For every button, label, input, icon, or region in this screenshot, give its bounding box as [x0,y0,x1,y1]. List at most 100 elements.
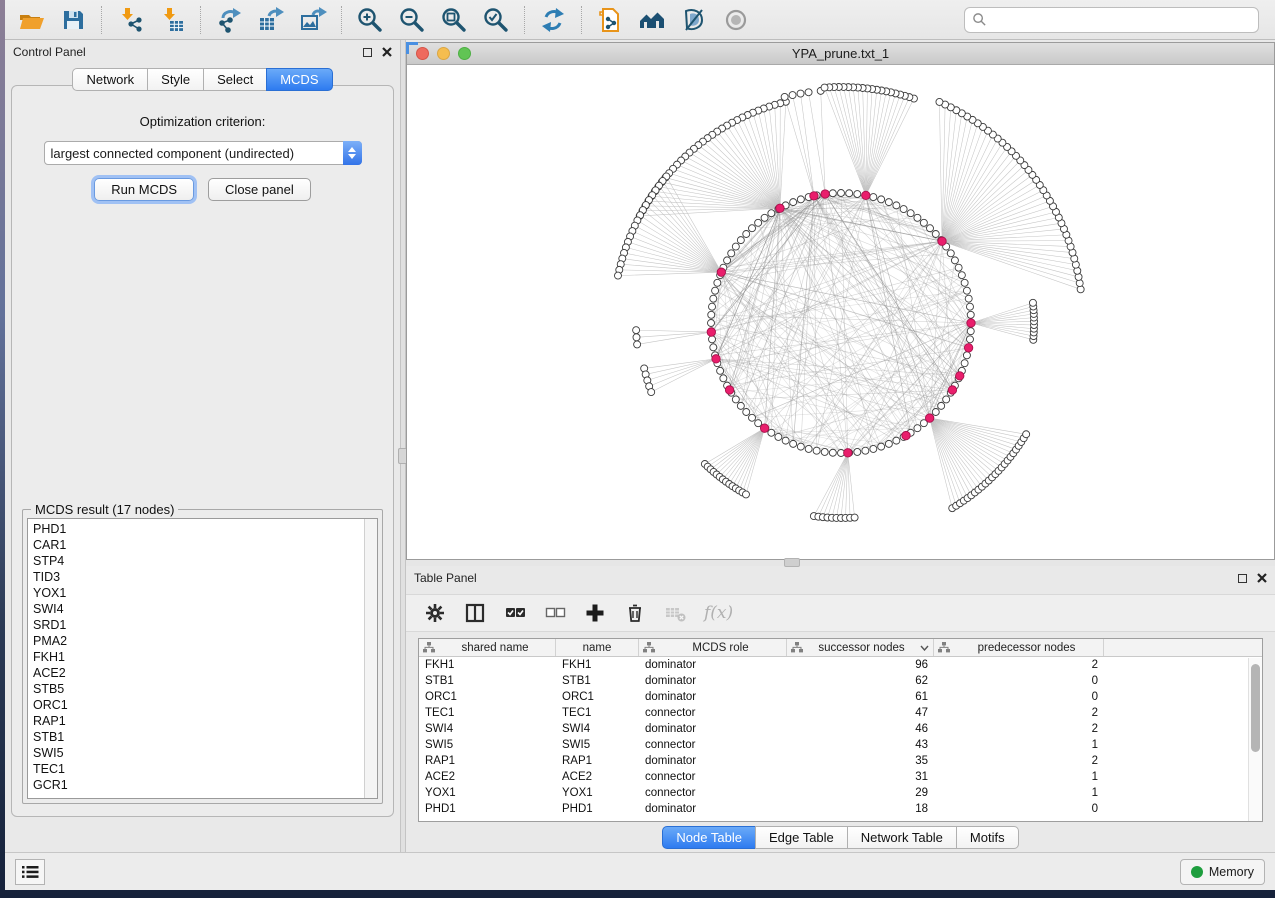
graph-node[interactable] [737,402,744,409]
graph-node[interactable] [907,210,914,217]
graph-node[interactable] [967,311,974,318]
graph-node[interactable] [717,268,725,276]
memory-button[interactable]: Memory [1180,859,1265,885]
maximize-window-icon[interactable] [458,47,471,60]
graph-node[interactable] [878,196,885,203]
graph-node[interactable] [821,190,829,198]
graph-node[interactable] [966,336,973,343]
splitter-grabber[interactable] [784,558,800,567]
graph-node[interactable] [714,279,721,286]
show-column-panel-icon[interactable] [464,602,486,624]
graph-node[interactable] [797,196,804,203]
graph-node[interactable] [743,231,750,238]
float-panel-icon[interactable] [1238,574,1247,583]
graph-node[interactable] [790,199,797,206]
float-panel-icon[interactable] [363,48,372,57]
graph-node[interactable] [958,272,965,279]
mcds-result-item[interactable]: YOX1 [33,585,364,601]
import-network-icon[interactable] [116,6,144,34]
graph-node[interactable] [965,295,972,302]
graph-node[interactable] [1029,299,1036,306]
graph-node[interactable] [789,92,796,99]
graph-node[interactable] [720,375,727,382]
graph-node[interactable] [967,319,975,327]
export-image-icon[interactable] [299,6,327,34]
graph-node[interactable] [893,202,900,209]
graph-node[interactable] [851,514,858,521]
mcds-list-scrollbar[interactable] [364,519,377,798]
table-body[interactable]: FKH1FKH1dominator962STB1STB1dominator620… [419,657,1262,821]
graph-node[interactable] [870,194,877,201]
graph-node[interactable] [878,443,885,450]
graph-node[interactable] [885,440,892,447]
graph-node[interactable] [755,219,762,226]
mcds-result-item[interactable]: TID3 [33,569,364,585]
scrollbar-thumb[interactable] [1251,664,1260,752]
mcds-result-item[interactable]: SWI4 [33,601,364,617]
mcds-result-item[interactable]: ORC1 [33,697,364,713]
graph-node[interactable] [717,367,724,374]
close-panel-button[interactable]: Close panel [208,178,311,201]
graph-node[interactable] [932,231,939,238]
graph-node[interactable] [725,386,733,394]
column-header-successor-nodes[interactable]: successor nodes [787,639,934,656]
graph-node[interactable] [749,414,756,421]
graph-node[interactable] [810,192,818,200]
graph-node[interactable] [648,389,655,396]
graph-node[interactable] [902,431,910,439]
mcds-result-item[interactable]: SRD1 [33,617,364,633]
column-header-MCDS-role[interactable]: MCDS role [639,639,787,656]
mcds-result-item[interactable]: CAR1 [33,537,364,553]
graph-node[interactable] [633,327,640,334]
graph-node[interactable] [790,440,797,447]
graph-node[interactable] [805,445,812,452]
show-task-history-button[interactable] [15,859,45,885]
table-row[interactable]: PHD1PHD1dominator180 [419,801,1262,817]
delete-column-icon[interactable] [624,602,646,624]
graph-node[interactable] [821,448,828,455]
graph-node[interactable] [870,445,877,452]
table-row[interactable]: TEC1TEC1connector472 [419,705,1262,721]
graph-node[interactable] [829,190,836,197]
mcds-result-item[interactable]: SWI5 [33,745,364,761]
search-field[interactable] [964,7,1259,33]
graph-node[interactable] [947,250,954,257]
graph-node[interactable] [768,429,775,436]
graph-node[interactable] [712,355,720,363]
mcds-result-list[interactable]: PHD1CAR1STP4TID3YOX1SWI4SRD1PMA2FKH1ACE2… [27,518,378,799]
mcds-result-item[interactable]: FKH1 [33,649,364,665]
graph-node[interactable] [963,287,970,294]
mcds-result-item[interactable]: TEC1 [33,761,364,777]
mcds-result-item[interactable]: STB1 [33,729,364,745]
create-column-icon[interactable] [584,602,606,624]
graph-node[interactable] [709,303,716,310]
graph-node[interactable] [925,414,933,422]
network-canvas[interactable] [407,65,1274,559]
graph-node[interactable] [936,98,943,105]
graph-node[interactable] [932,408,939,415]
graph-node[interactable] [709,336,716,343]
tab-style[interactable]: Style [147,68,204,91]
graph-node[interactable] [760,424,768,432]
network-graph[interactable] [407,65,1274,559]
mcds-result-item[interactable]: PMA2 [33,633,364,649]
zoom-in-icon[interactable] [356,6,384,34]
graph-node[interactable] [805,89,812,96]
graph-node[interactable] [948,386,956,394]
show-graphics-details-icon[interactable] [722,6,750,34]
graph-node[interactable] [862,191,870,199]
graph-node[interactable] [813,447,820,454]
graph-node[interactable] [712,287,719,294]
graph-node[interactable] [710,344,717,351]
graph-node[interactable] [829,449,836,456]
save-icon[interactable] [59,6,87,34]
run-mcds-button[interactable]: Run MCDS [94,178,194,201]
search-input[interactable] [992,13,1251,27]
network-window-titlebar[interactable]: YPA_prune.txt_1 [407,43,1274,65]
tab-select[interactable]: Select [203,68,267,91]
zoom-selected-icon[interactable] [482,6,510,34]
table-vertical-scrollbar[interactable] [1248,658,1262,821]
graph-node[interactable] [966,303,973,310]
graph-node[interactable] [737,237,744,244]
column-header-shared-name[interactable]: shared name [419,639,556,656]
